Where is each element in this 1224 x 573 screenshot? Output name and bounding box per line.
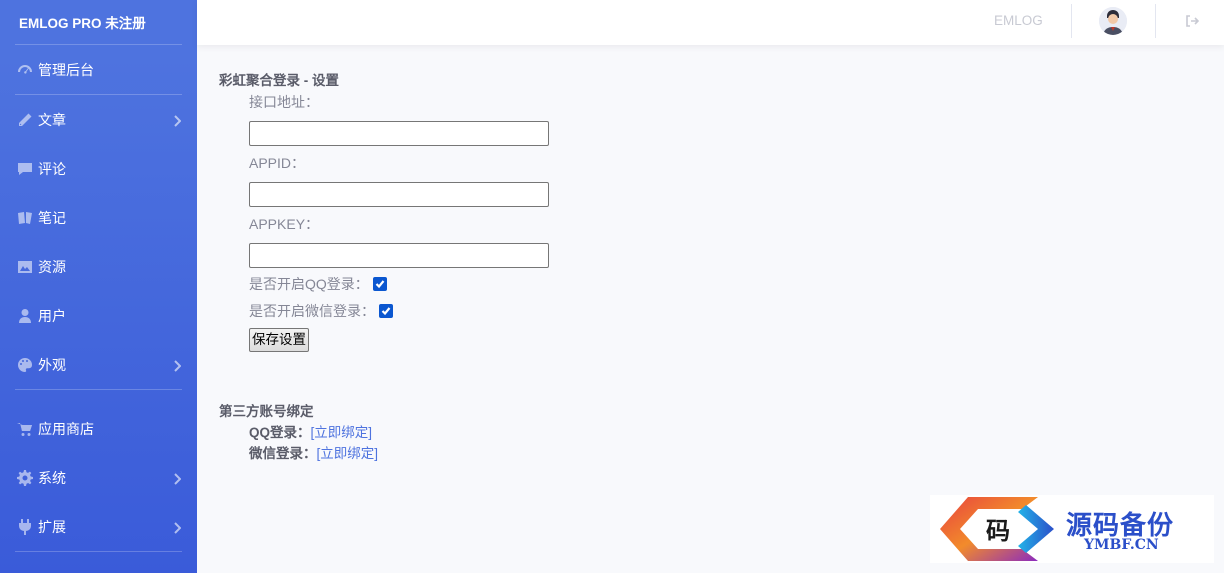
- appkey-label: APPKEY：: [249, 216, 320, 232]
- appid-label: APPID：: [249, 155, 306, 171]
- topbar: EMLOG: [197, 0, 1224, 45]
- sidebar-item-label: 评论: [38, 160, 66, 177]
- plug-icon: [16, 518, 34, 535]
- sidebar-item-label: 管理后台: [38, 61, 94, 78]
- wechat-bind-link[interactable]: [立即绑定]: [317, 446, 379, 461]
- sidebar-item-label: 扩展: [38, 518, 66, 535]
- settings-title: 彩虹聚合登录 - 设置: [219, 73, 339, 88]
- sign-out-icon[interactable]: [1185, 14, 1200, 28]
- sidebar-item-articles[interactable]: 文章: [0, 95, 197, 144]
- sticky-note-icon: [16, 210, 34, 226]
- site-link[interactable]: EMLOG: [994, 13, 1043, 28]
- sidebar-item-label: 用户: [38, 307, 66, 324]
- sidebar-item-appearance[interactable]: 外观: [0, 340, 197, 389]
- image-icon: [16, 259, 34, 275]
- wechat-bind-label: 微信登录：: [249, 446, 317, 461]
- qq-enable-row: 是否开启QQ登录：: [249, 273, 549, 295]
- sidebar: EMLOG PRO 未注册 管理后台 文章 评论 笔记 资源 用户 外观 应用商…: [0, 0, 197, 573]
- sidebar-item-extensions[interactable]: 扩展: [0, 502, 197, 551]
- sidebar-item-label: 资源: [38, 258, 66, 275]
- qq-bind-label: QQ登录：: [249, 425, 311, 440]
- wechat-enable-label: 是否开启微信登录：: [249, 303, 375, 319]
- main-content: 彩虹聚合登录 - 设置 接口地址： APPID： APPKEY： 是否开启QQ登…: [219, 69, 549, 464]
- sidebar-item-media[interactable]: 资源: [0, 242, 197, 291]
- comment-icon: [16, 161, 34, 177]
- sidebar-item-label: 应用商店: [38, 420, 94, 437]
- chevron-right-icon: [173, 114, 182, 127]
- brand-title[interactable]: EMLOG PRO 未注册: [0, 0, 197, 44]
- qq-enable-label: 是否开启QQ登录：: [249, 276, 369, 292]
- sidebar-item-label: 文章: [38, 111, 66, 128]
- sidebar-item-system[interactable]: 系统: [0, 453, 197, 502]
- api-url-label: 接口地址：: [249, 94, 319, 110]
- watermark: 码 源码备份 YMBF.CN: [930, 495, 1214, 563]
- qq-bind-link[interactable]: [立即绑定]: [311, 425, 373, 440]
- sidebar-item-label: 系统: [38, 469, 66, 486]
- chevron-right-icon: [173, 472, 182, 485]
- watermark-logo: 码: [940, 497, 1054, 561]
- save-settings-button[interactable]: 保存设置: [249, 328, 309, 352]
- qq-bind-row: QQ登录：[立即绑定]: [249, 422, 549, 443]
- chevron-right-icon: [173, 359, 182, 372]
- dashboard-icon: [16, 62, 34, 78]
- sidebar-item-comments[interactable]: 评论: [0, 144, 197, 193]
- watermark-domain: YMBF.CN: [1084, 537, 1159, 553]
- sidebar-item-notes[interactable]: 笔记: [0, 193, 197, 242]
- avatar[interactable]: [1099, 7, 1127, 35]
- chevron-right-icon: [173, 521, 182, 534]
- gear-icon: [16, 469, 34, 486]
- binding-title: 第三方账号绑定: [219, 404, 314, 419]
- sidebar-item-users[interactable]: 用户: [0, 291, 197, 340]
- user-icon: [16, 308, 34, 324]
- topbar-divider: [1155, 4, 1156, 38]
- cart-icon: [16, 421, 34, 437]
- settings-form: 接口地址： APPID： APPKEY： 是否开启QQ登录： 是否开启微信登录：…: [249, 93, 549, 352]
- topbar-divider: [1071, 4, 1072, 38]
- sidebar-divider: [15, 551, 182, 552]
- sidebar-item-dashboard[interactable]: 管理后台: [0, 45, 197, 94]
- palette-icon: [16, 357, 34, 373]
- sidebar-item-app-store[interactable]: 应用商店: [0, 404, 197, 453]
- pencil-icon: [16, 112, 34, 128]
- wechat-bind-row: 微信登录：[立即绑定]: [249, 443, 549, 464]
- api-url-input[interactable]: [249, 121, 549, 146]
- qq-enable-checkbox[interactable]: [372, 277, 387, 291]
- watermark-logo-char: 码: [986, 516, 1010, 545]
- sidebar-item-label: 外观: [38, 356, 66, 373]
- appkey-input[interactable]: [249, 243, 549, 268]
- wechat-enable-row: 是否开启微信登录：: [249, 300, 549, 322]
- sidebar-item-label: 笔记: [38, 209, 66, 226]
- wechat-enable-checkbox[interactable]: [379, 304, 393, 318]
- appid-input[interactable]: [249, 182, 549, 207]
